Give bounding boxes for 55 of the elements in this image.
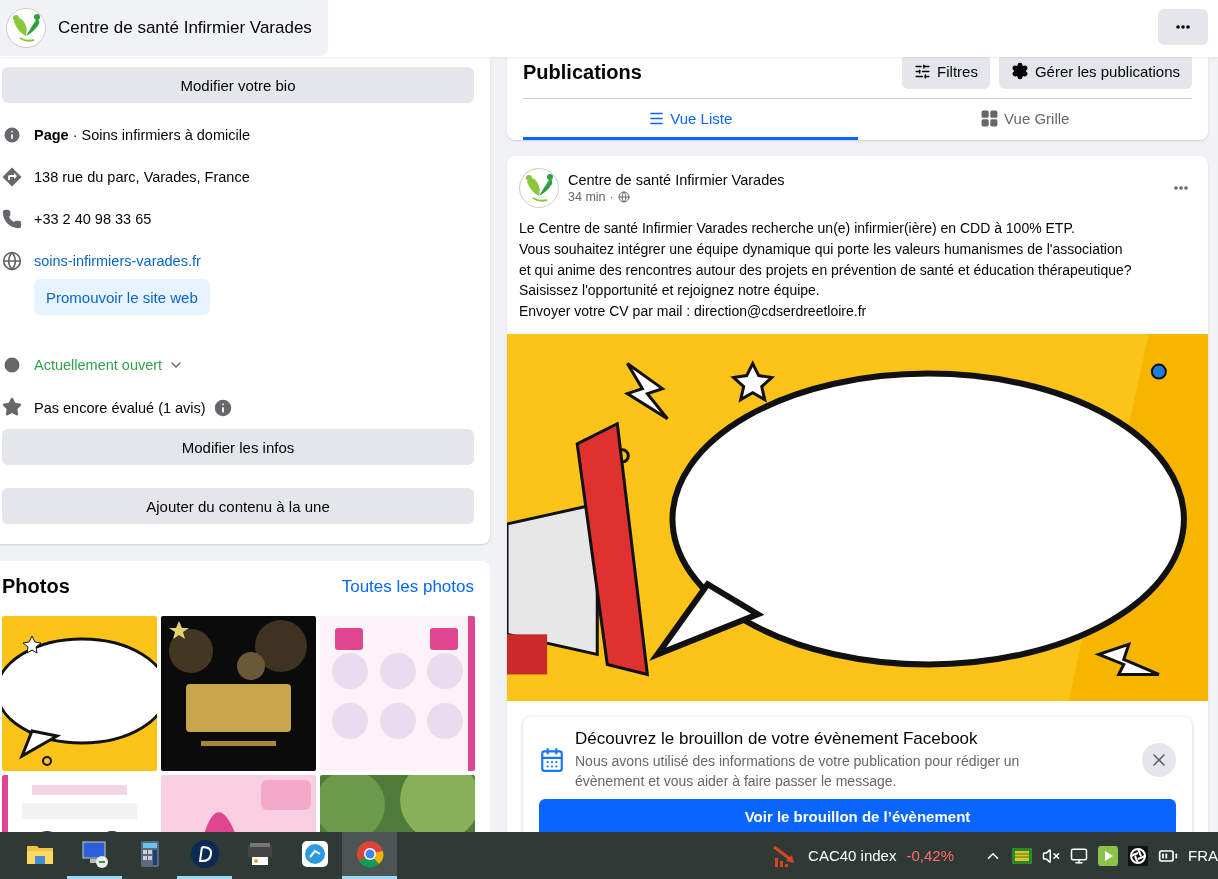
- page-title-bar[interactable]: Centre de santé Infirmier Varades: [0, 0, 328, 56]
- prompt-text: Nous avons utilisé des informations de votre publication pour rédiger un évènement et vous aider à faire passer le message.: [575, 752, 1021, 791]
- ticker-change[interactable]: -0,42%: [906, 847, 954, 864]
- globe-icon: [2, 251, 22, 271]
- filter-icon: [914, 62, 932, 80]
- all-photos-link[interactable]: Toutes les photos: [341, 576, 474, 597]
- settings-icon: [1010, 62, 1029, 80]
- info-icon[interactable]: [211, 397, 234, 419]
- phone-icon: [2, 209, 22, 229]
- filters-button[interactable]: Filtres: [902, 57, 990, 89]
- website-link[interactable]: soins-infirmiers-varades.fr: [34, 251, 201, 271]
- intro-action-button[interactable]: Modifier les infos: [2, 429, 474, 465]
- address-text: 138 rue du parc, Varades, France: [34, 168, 250, 187]
- view-tab[interactable]: Vue Grille: [857, 99, 1192, 140]
- post-time[interactable]: 34 min: [568, 190, 606, 204]
- phone-number: +33 2 40 98 33 65: [34, 210, 152, 229]
- post-author[interactable]: Centre de santé Infirmier Varades: [568, 172, 1161, 188]
- logo-icon: [519, 168, 559, 208]
- edit-bio-button[interactable]: Modifier votre bio: [2, 67, 474, 103]
- view-draft-button[interactable]: Voir le brouillon de l’évènement: [539, 799, 1176, 832]
- logo-icon: [6, 8, 46, 48]
- post-text-line: Vous souhaitez intégrer une équipe dynamique qui porte les valeurs humanismes de l'association: [519, 239, 1124, 259]
- photos-title: Photos: [2, 575, 70, 598]
- aperture-icon[interactable]: [1128, 845, 1148, 866]
- post-text-line: Le Centre de santé Infirmier Varades recherche un(e) infirmier(ière) en CDD à 100% ETP.: [519, 219, 1076, 238]
- post-text-line: et qui anime des rencontres autour des projets en prévention de santé et éducation thérapeutique?: [519, 260, 1133, 280]
- star-icon: [2, 397, 22, 417]
- post-text-line: Saisissez l'opportunité et rejoignez notre équipe.: [519, 281, 821, 301]
- more-icon: [1174, 186, 1188, 190]
- page-category: Page · Soins infirmiers à domicile: [34, 126, 250, 145]
- post-text-line: Envoyer votre CV par mail : direction@cdserdreetloire.fr: [519, 302, 868, 322]
- tray-app-icon[interactable]: [1012, 847, 1032, 864]
- computer-icon: [79, 839, 110, 869]
- page-name: Centre de santé Infirmier Varades: [58, 18, 312, 38]
- play-icon[interactable]: [1098, 845, 1118, 866]
- round-app-icon: [189, 839, 220, 869]
- share-app-icon: [299, 839, 330, 869]
- more-icon: [1176, 25, 1190, 29]
- manage-posts-button[interactable]: Gérer les publications: [998, 57, 1192, 89]
- monitor-icon[interactable]: [1070, 846, 1088, 865]
- close-button[interactable]: [1142, 743, 1176, 777]
- promote-website-button[interactable]: Promouvoir le site web: [34, 279, 210, 315]
- grid-icon: [980, 108, 1000, 128]
- muted-speaker-icon[interactable]: [1042, 846, 1060, 865]
- ticker-name[interactable]: CAC40 index: [808, 847, 897, 864]
- publications-title: Publications: [523, 61, 642, 84]
- prompt-title: Découvrez le brouillon de votre évènement Facebook: [575, 729, 979, 749]
- globe-icon: [617, 191, 630, 203]
- intro-action-button[interactable]: Ajouter du contenu à la une: [2, 488, 474, 524]
- calendar-icon: [539, 747, 565, 773]
- language-indicator[interactable]: FRA: [1188, 847, 1218, 864]
- view-tab[interactable]: Vue Liste: [523, 99, 858, 140]
- separator-dot: ·: [609, 190, 614, 204]
- browser-icon: [354, 839, 385, 869]
- rating-text: Pas encore évalué (1 avis): [34, 399, 206, 418]
